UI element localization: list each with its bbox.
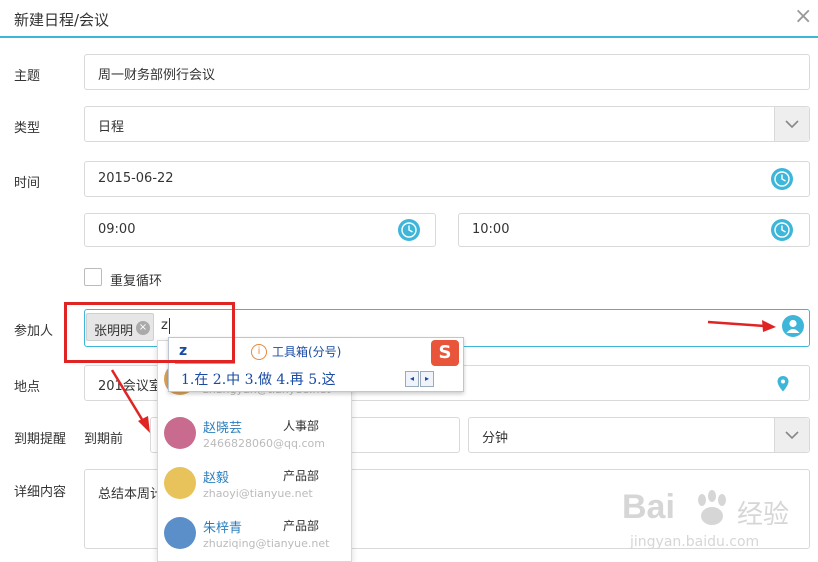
contact-suggestion-item[interactable]: 朱梓青 产品部 zhuziqing@tianyue.net: [158, 511, 351, 561]
contact-suggestion-item[interactable]: 赵毅 产品部 zhaoyi@tianyue.net: [158, 461, 351, 514]
location-label: 地点: [14, 380, 41, 395]
watermark-url: jingyan.baidu.com: [630, 534, 760, 550]
contact-email: zhaoyi@tianyue.net: [203, 487, 313, 500]
type-value: 日程: [98, 120, 125, 135]
contact-dept: 产品部: [283, 469, 320, 483]
location-value: 201会议室: [98, 379, 162, 394]
paw-icon: [698, 490, 726, 525]
contact-dept: 产品部: [283, 519, 320, 533]
watermark: Bai 经验 jingyan.baidu.com: [622, 488, 812, 558]
reminder-label: 到期提醒: [14, 432, 67, 447]
start-time-value: 09:00: [98, 222, 136, 237]
reminder-unit-value: 分钟: [482, 431, 509, 446]
chevron-down-icon[interactable]: [774, 418, 809, 452]
avatar: [164, 417, 196, 449]
repeat-checkbox[interactable]: [84, 268, 102, 286]
contact-name: 赵毅: [203, 471, 230, 486]
details-value: 总结本周计: [98, 487, 164, 502]
contact-dept: 人事部: [283, 419, 320, 433]
watermark-brand: Bai: [622, 488, 675, 526]
contact-name: 赵晓芸: [203, 421, 243, 436]
date-clock-icon[interactable]: [771, 168, 793, 190]
contacts-picker-icon[interactable]: [782, 315, 804, 337]
map-pin-icon[interactable]: [775, 375, 791, 393]
watermark-suffix: 经验: [737, 500, 790, 530]
participants-label: 参加人: [14, 324, 54, 339]
time-label: 时间: [14, 176, 41, 191]
dialog-title-bar: [0, 0, 818, 38]
contact-email: 2466828060@qq.com: [203, 437, 325, 450]
date-value: 2015-06-22: [98, 171, 174, 186]
close-icon[interactable]: ×: [794, 6, 812, 28]
end-time-clock-icon[interactable]: [771, 219, 793, 241]
repeat-label: 重复循环: [110, 274, 163, 289]
sogou-logo-icon: S: [431, 340, 459, 366]
type-select[interactable]: 日程: [84, 106, 810, 142]
ime-toolbox[interactable]: 工具箱(分号): [272, 343, 341, 360]
contact-name: 朱梓青: [203, 521, 243, 536]
end-time-value: 10:00: [472, 222, 510, 237]
subject-value: 周一财务部例行会议: [98, 68, 216, 83]
contact-email: zhuziqing@tianyue.net: [203, 537, 330, 550]
ime-next-page-icon[interactable]: ▸: [420, 371, 434, 387]
reminder-unit-select[interactable]: 分钟: [468, 417, 810, 453]
start-time-clock-icon[interactable]: [398, 219, 420, 241]
type-label: 类型: [14, 121, 41, 136]
start-time-input[interactable]: 09:00: [84, 213, 436, 247]
date-input[interactable]: 2015-06-22: [84, 161, 810, 197]
info-icon[interactable]: i: [251, 344, 267, 360]
annotation-highlight-box: [64, 302, 235, 363]
subject-label: 主题: [14, 69, 41, 84]
avatar: [164, 467, 196, 499]
reminder-prefix: 到期前: [84, 432, 124, 447]
subject-input[interactable]: 周一财务部例行会议: [84, 54, 810, 90]
contact-suggestion-item[interactable]: 赵晓芸 人事部 2466828060@qq.com: [158, 411, 351, 464]
details-label: 详细内容: [14, 485, 67, 500]
ime-candidates[interactable]: 1.在 2.中 3.做 4.再 5.这: [181, 369, 336, 389]
ime-prev-page-icon[interactable]: ◂: [405, 371, 419, 387]
chevron-down-icon[interactable]: [774, 107, 809, 141]
end-time-input[interactable]: 10:00: [458, 213, 810, 247]
dialog-title: 新建日程/会议: [14, 11, 110, 29]
avatar: [164, 517, 196, 549]
